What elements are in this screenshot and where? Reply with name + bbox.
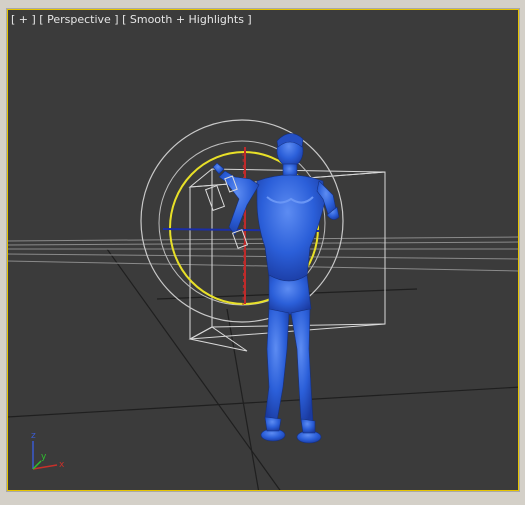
gizmo-y-arc[interactable] [242,152,245,306]
view-type-label[interactable]: [ Perspective ] [39,13,118,26]
statue-model[interactable] [212,133,340,444]
axis-tripod: z x y [31,431,65,470]
shading-mode-label[interactable]: [ Smooth + Highlights ] [122,13,252,26]
perspective-viewport[interactable]: z x y [ + ] [ Perspective ] [ Smooth + H… [6,8,520,492]
viewport-label: [ + ] [ Perspective ] [ Smooth + Highlig… [11,13,252,26]
tripod-x-label: x [59,460,65,470]
scene-canvas[interactable]: z x y [7,9,520,492]
home-grid [7,248,519,491]
tripod-z-label: z [31,431,36,441]
viewport-menu-label[interactable]: [ + ] [11,13,36,26]
tripod-y-label: y [41,452,47,462]
viewport-frame: z x y [ + ] [ Perspective ] [ Smooth + H… [0,0,525,505]
